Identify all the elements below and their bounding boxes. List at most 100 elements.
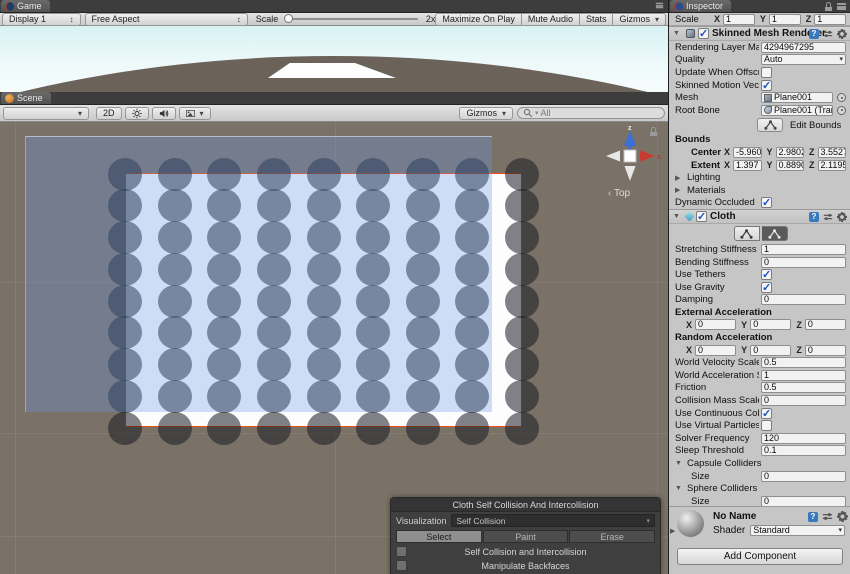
update-when-offscree-checkbox[interactable] [761, 67, 772, 78]
audio-toggle-button[interactable] [152, 107, 176, 120]
object-picker-icon[interactable] [837, 106, 846, 115]
extent-x-field[interactable]: 1.397 [733, 160, 761, 171]
cloth-particle[interactable] [505, 285, 539, 318]
stretching-stiffness-field[interactable]: 1 [761, 244, 846, 255]
friction-field[interactable]: 0.5 [761, 382, 846, 393]
fold-triangle-icon[interactable]: ▼ [673, 30, 683, 37]
vec3-x-field[interactable]: 0 [695, 345, 736, 356]
skinned-motion-vecto-checkbox[interactable] [761, 80, 772, 91]
cloth-particle[interactable] [455, 412, 489, 445]
scale-z-field[interactable]: 1 [814, 14, 846, 25]
scale-y-field[interactable]: 1 [769, 14, 801, 25]
scene-viewport[interactable]: z x Top Cloth Self Collision And Interco… [0, 122, 668, 574]
tab-scene[interactable]: Scene [1, 92, 51, 104]
maximize-on-play-button[interactable]: Maximize On Play [435, 13, 522, 26]
cloth-tab-paint[interactable]: Paint [483, 530, 569, 543]
cloth-particle[interactable] [158, 412, 192, 445]
collision-mass-scale-field[interactable]: 0 [761, 395, 846, 406]
shader-dropdown[interactable]: Standard [750, 525, 845, 536]
material-fold-triangle[interactable]: ▶ [670, 527, 675, 535]
center-x-field[interactable]: -5.960 [733, 147, 761, 158]
bending-stiffness-field[interactable]: 0 [761, 257, 846, 268]
view-orientation-label[interactable]: Top [608, 188, 630, 199]
tab-game[interactable]: Game [1, 0, 50, 12]
use-tethers-checkbox[interactable] [761, 269, 772, 280]
cloth-particle[interactable] [505, 253, 539, 286]
cloth-enabled-checkbox[interactable] [696, 211, 707, 222]
cloth-tab-erase[interactable]: Erase [569, 530, 655, 543]
object-picker-icon[interactable] [837, 93, 846, 102]
cloth-particle[interactable] [505, 348, 539, 381]
cloth-particle[interactable] [505, 221, 539, 254]
vec3-z-field[interactable]: 0 [805, 345, 846, 356]
add-component-button[interactable]: Add Component [677, 548, 843, 565]
effects-dropdown-button[interactable] [179, 107, 211, 120]
cloth-particle[interactable] [505, 158, 539, 191]
cloth-particle[interactable] [207, 412, 241, 445]
mesh-object-field[interactable]: Plane001 [761, 92, 833, 103]
cloth-particle[interactable] [406, 412, 440, 445]
visualization-dropdown[interactable]: Self Collision [451, 514, 655, 527]
cloth-particle[interactable] [505, 316, 539, 349]
vec3-x-field[interactable]: 0 [695, 319, 736, 330]
game-panel-menu-icon[interactable] [656, 3, 663, 9]
gizmos-button[interactable]: Gizmos [613, 13, 666, 26]
preset-icon[interactable] [822, 511, 833, 522]
gear-icon[interactable] [837, 29, 847, 39]
fold-triangle-icon[interactable]: ▶ [675, 174, 685, 182]
stats-button[interactable]: Stats [580, 13, 614, 26]
axis-z-cone[interactable] [624, 131, 636, 146]
cloth-tab-select[interactable]: Select [396, 530, 482, 543]
cloth-particle[interactable] [505, 412, 539, 445]
gizmo-center-cube[interactable] [624, 150, 636, 162]
help-icon[interactable] [809, 212, 819, 222]
game-viewport[interactable] [0, 26, 668, 92]
skinned-mesh-renderer-enabled-checkbox[interactable] [698, 28, 709, 39]
center-y-field[interactable]: 2.9802 [776, 147, 804, 158]
cloth-particle[interactable] [505, 380, 539, 413]
sleep-threshold-field[interactable]: 0.1 [761, 445, 846, 456]
root-bone-object-field[interactable]: Plane001 (Tran [761, 105, 833, 116]
fold-triangle-icon[interactable]: ▼ [675, 460, 685, 467]
display-dropdown[interactable]: Display 1 [2, 13, 81, 26]
axis-neg-cone-down[interactable] [625, 166, 636, 181]
cloth-particle[interactable] [307, 412, 341, 445]
world-acceleration-s-field[interactable]: 1 [761, 370, 846, 381]
axis-neg-cone-left[interactable] [606, 151, 620, 162]
cloth-particle[interactable] [257, 412, 291, 445]
aspect-dropdown[interactable]: Free Aspect [85, 13, 248, 26]
dynamic-occluded-checkbox[interactable] [761, 197, 772, 208]
axis-x-cone[interactable] [640, 151, 655, 162]
inspector-menu-icon[interactable] [837, 3, 846, 10]
use-continuous-colli-checkbox[interactable] [761, 408, 772, 419]
preset-icon[interactable] [823, 29, 833, 39]
solver-frequency-field[interactable]: 120 [761, 433, 846, 444]
tab-inspector[interactable]: Inspector [670, 0, 731, 12]
vec3-z-field[interactable]: 0 [805, 319, 846, 330]
extent-y-field[interactable]: 0.8890 [776, 160, 804, 171]
gear-icon[interactable] [837, 511, 848, 522]
scale-x-field[interactable]: 1 [723, 14, 755, 25]
component-header-cloth[interactable]: ▼ Cloth [669, 209, 850, 224]
size-field[interactable]: 0 [761, 471, 846, 482]
center-z-field[interactable]: 3.5527 [818, 147, 846, 158]
draw-mode-dropdown[interactable] [3, 107, 89, 120]
component-header-skinned-mesh-renderer[interactable]: ▼ Skinned Mesh Renderer [669, 26, 850, 41]
inspector-lock-icon[interactable] [825, 2, 832, 10]
quality-dropdown[interactable]: Auto [761, 54, 846, 65]
damping-field[interactable]: 0 [761, 294, 846, 305]
fold-triangle-icon[interactable]: ▼ [675, 485, 685, 492]
scene-search-field[interactable]: ▾ All [517, 107, 665, 119]
world-velocity-scale-field[interactable]: 0.5 [761, 357, 846, 368]
preset-icon[interactable] [823, 212, 833, 222]
scene-lock-icon[interactable] [650, 127, 657, 135]
fold-triangle-icon[interactable]: ▼ [673, 213, 683, 220]
cloth-particle[interactable] [108, 412, 142, 445]
gear-icon[interactable] [837, 212, 847, 222]
scene-gizmos-dropdown[interactable]: Gizmos [459, 107, 513, 120]
lighting-toggle-button[interactable] [125, 107, 149, 120]
use-virtual-particles-checkbox[interactable] [761, 420, 772, 431]
search-filter-caret[interactable]: ▾ [535, 109, 539, 117]
use-gravity-checkbox[interactable] [761, 282, 772, 293]
fold-triangle-icon[interactable]: ▶ [675, 186, 685, 194]
